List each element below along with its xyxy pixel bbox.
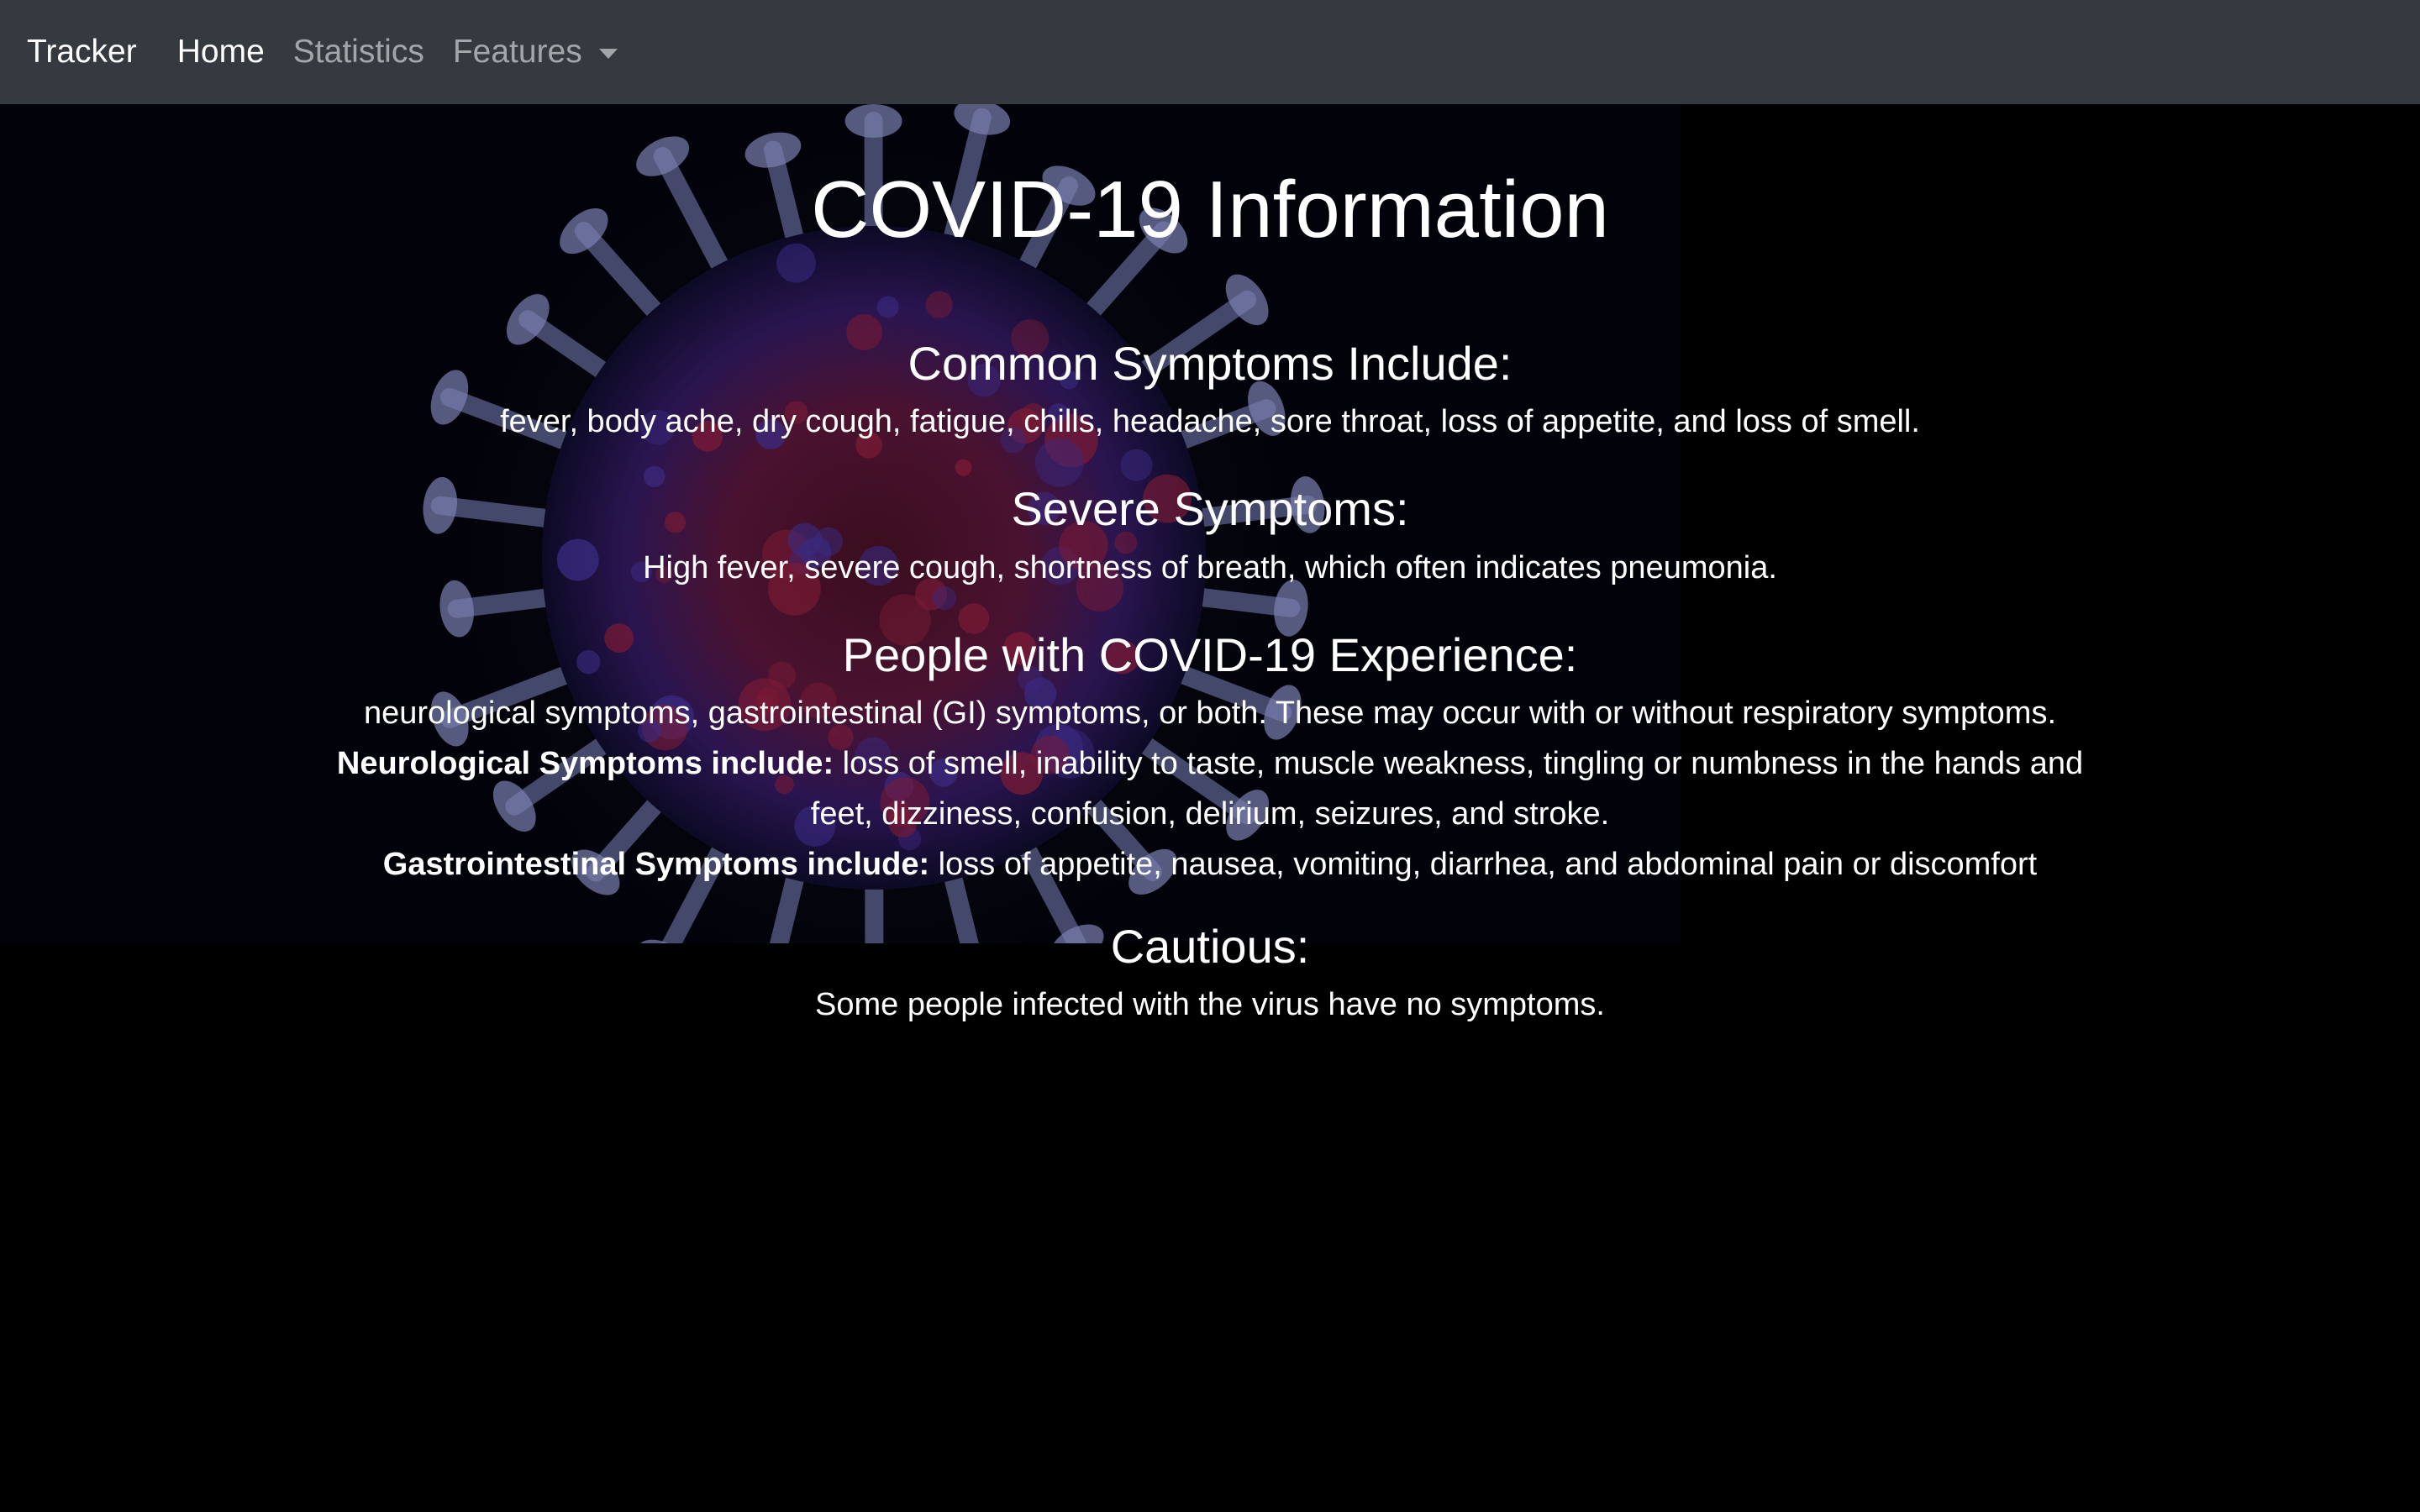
nav-features-label: Features	[452, 34, 582, 70]
caret-down-icon	[598, 49, 618, 59]
section-heading: Cautious:	[1110, 919, 1310, 973]
section-text: neurological symptoms, gastrointestinal …	[363, 695, 2057, 731]
top-navbar: Tracker Home Statistics Features	[0, 0, 2420, 104]
main-content: COVID-19 Information Common Symptoms Inc…	[0, 104, 2420, 1030]
page-title: COVID-19 Information	[811, 165, 1609, 255]
experience-section: People with COVID-19 Experience: neurolo…	[0, 627, 2420, 890]
nav-features-dropdown[interactable]: Features	[453, 34, 618, 71]
severe-symptoms-section: Severe Symptoms: High fever, severe coug…	[0, 480, 2420, 592]
gastrointestinal-detail: loss of appetite, nausea, vomiting, diar…	[929, 846, 2038, 882]
neurological-label: Neurological Symptoms include:	[336, 745, 834, 781]
neurological-detail: loss of smell, inability to taste, muscl…	[810, 745, 2084, 832]
gastrointestinal-symptoms-text: Gastrointestinal Symptoms include: loss …	[0, 839, 2420, 890]
nav-home-link[interactable]: Home	[177, 34, 265, 71]
section-heading: People with COVID-19 Experience:	[842, 627, 1578, 681]
common-symptoms-section: Common Symptoms Include: fever, body ach…	[0, 335, 2420, 447]
section-text: High fever, severe cough, shortness of b…	[643, 549, 1777, 585]
neurological-symptoms-text: Neurological Symptoms include: loss of s…	[302, 738, 2118, 839]
section-text: Some people infected with the virus have…	[815, 986, 1605, 1022]
nav-statistics-link[interactable]: Statistics	[293, 34, 424, 71]
cautious-section: Cautious: Some people infected with the …	[0, 918, 2420, 1030]
gastrointestinal-label: Gastrointestinal Symptoms include:	[382, 846, 930, 882]
brand-link[interactable]: Tracker	[27, 34, 137, 71]
section-text: fever, body ache, dry cough, fatigue, ch…	[500, 404, 1920, 440]
section-heading: Common Symptoms Include:	[908, 337, 1512, 391]
section-heading: Severe Symptoms:	[1011, 482, 1409, 536]
